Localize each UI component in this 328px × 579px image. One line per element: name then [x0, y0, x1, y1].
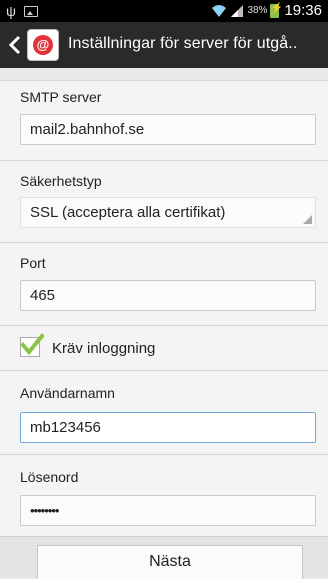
email-app-icon[interactable]: @	[27, 29, 59, 61]
bottom-button-bar: Nästa	[0, 536, 328, 579]
security-type-value: SSL (acceptera alla certifikat)	[30, 204, 226, 221]
dropdown-corner-icon	[303, 215, 312, 224]
picture-icon	[23, 5, 38, 17]
smtp-server-label: SMTP server	[20, 89, 102, 105]
action-bar: @ Inställningar för server för utgå..	[0, 22, 328, 68]
password-input[interactable]: ••••••••	[20, 495, 316, 526]
usb-icon: ψ	[6, 3, 16, 19]
require-login-row[interactable]: Kräv inloggning	[0, 325, 328, 371]
page-title: Inställningar för server för utgå..	[68, 35, 298, 52]
username-section: Användarnamn mb123456	[0, 370, 328, 456]
require-login-label: Kräv inloggning	[52, 340, 156, 357]
security-type-dropdown[interactable]: SSL (acceptera alla certifikat)	[20, 197, 316, 228]
smtp-server-section: SMTP server mail2.bahnhof.se	[0, 80, 328, 162]
username-label: Användarnamn	[20, 385, 115, 401]
password-label: Lösenord	[20, 469, 79, 485]
signal-icon	[231, 4, 244, 17]
port-section: Port 465	[0, 242, 328, 326]
username-input[interactable]: mb123456	[20, 412, 316, 443]
smtp-server-input[interactable]: mail2.bahnhof.se	[20, 114, 316, 145]
port-input[interactable]: 465	[20, 280, 316, 311]
port-label: Port	[20, 255, 46, 271]
battery-icon	[270, 3, 283, 18]
next-button[interactable]: Nästa	[37, 545, 303, 579]
require-login-checkbox[interactable]	[20, 333, 45, 357]
security-type-section: Säkerhetstyp SSL (acceptera alla certifi…	[0, 160, 328, 244]
battery-percent: 38%	[247, 5, 268, 16]
checkmark-icon	[20, 333, 45, 356]
status-bar: ψ 38% 19:36	[0, 0, 328, 22]
wifi-icon	[212, 4, 227, 17]
back-chevron-icon[interactable]	[4, 32, 26, 58]
password-section: Lösenord ••••••••	[0, 454, 328, 538]
clock: 19:36	[284, 2, 322, 19]
security-type-label: Säkerhetstyp	[20, 173, 102, 189]
